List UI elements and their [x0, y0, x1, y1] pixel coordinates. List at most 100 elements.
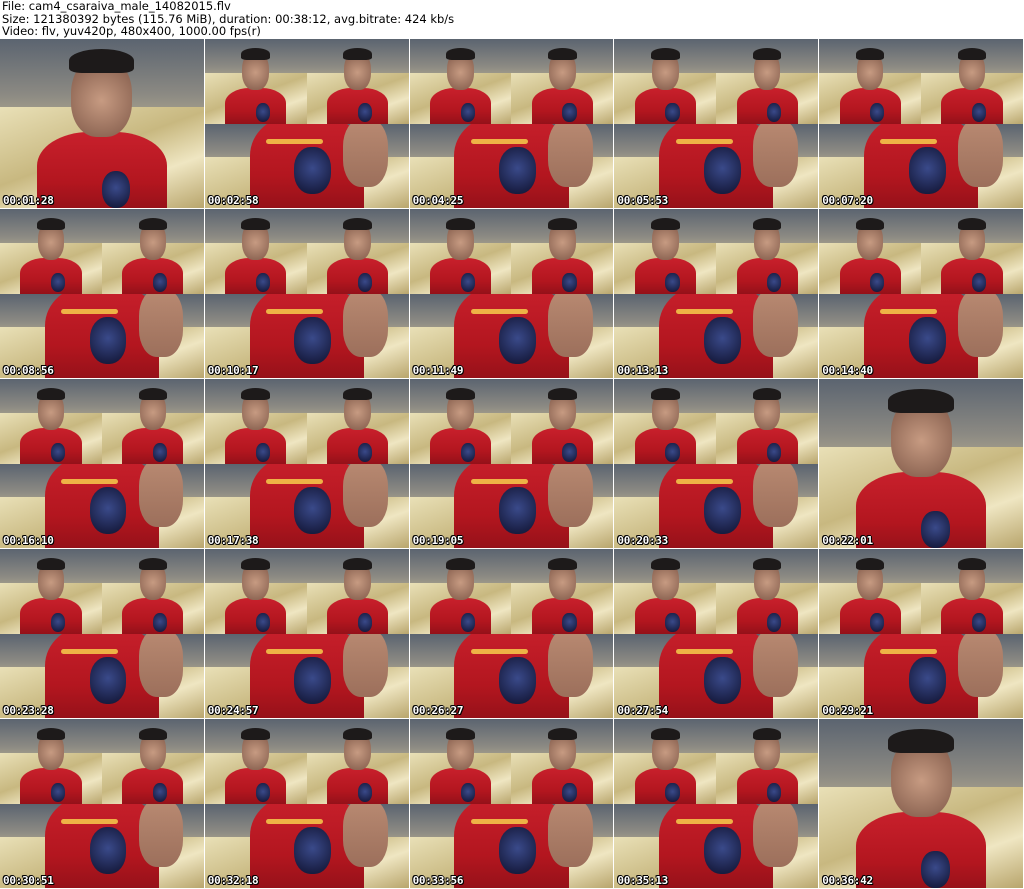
timestamp-label: 00:22:01 [822, 534, 873, 547]
video-frame-image [101, 379, 204, 464]
video-frame-image [614, 209, 717, 294]
thumbnail-frame: 00:08:56 [0, 209, 204, 378]
video-frame-image [614, 549, 717, 634]
video-frame-image [101, 209, 204, 294]
video-frame-image [101, 719, 204, 804]
thumbnail-frame: 00:29:21 [819, 549, 1023, 718]
timestamp-label: 00:13:13 [617, 364, 668, 377]
video-frame-image [409, 549, 512, 634]
video-frame-image [716, 719, 819, 804]
timestamp-label: 00:20:33 [617, 534, 668, 547]
timestamp-label: 00:16:10 [3, 534, 54, 547]
video-frame-image [921, 39, 1023, 124]
video-frame-image [0, 39, 204, 208]
file-info-header: File: cam4_csaraiva_male_14082015.flv Si… [2, 0, 1022, 38]
video-frame-image [204, 379, 307, 464]
video-frame-image [819, 39, 922, 124]
video-frame-image [614, 379, 717, 464]
video-frame-image [0, 719, 102, 804]
video-frame-image [921, 549, 1023, 634]
video-frame-image [306, 379, 409, 464]
thumbnail-frame: 00:17:38 [204, 379, 409, 548]
timestamp-label: 00:30:51 [3, 874, 54, 887]
video-frame-image [0, 209, 102, 294]
thumbnail-grid: 00:01:28 00:02:58 00:04:25 00:05:53 00:07:20… [0, 39, 1024, 889]
video-frame-image [409, 209, 512, 294]
thumbnail-frame: 00:26:27 [409, 549, 614, 718]
video-frame-image [716, 379, 819, 464]
video-frame-image [716, 39, 819, 124]
video-frame-image [819, 549, 922, 634]
video-info-line: Video: flv, yuv420p, 480x400, 1000.00 fp… [2, 24, 261, 38]
thumbnail-frame: 00:33:56 [409, 719, 614, 888]
video-frame-image [204, 209, 307, 294]
timestamp-label: 00:05:53 [617, 194, 668, 207]
timestamp-label: 00:24:57 [207, 704, 259, 717]
timestamp-label: 00:36:42 [822, 874, 873, 887]
video-frame-image [409, 39, 512, 124]
video-frame-image [511, 209, 614, 294]
video-frame-image [511, 549, 614, 634]
video-frame-image [921, 209, 1023, 294]
video-frame-image [819, 209, 922, 294]
video-frame-image [614, 719, 717, 804]
video-frame-image [306, 209, 409, 294]
video-frame-image [819, 719, 1023, 888]
thumbnail-frame: 00:05:53 [614, 39, 819, 208]
video-frame-image [511, 379, 614, 464]
timestamp-label: 00:17:38 [207, 534, 259, 547]
thumbnail-frame: 00:01:28 [0, 39, 204, 208]
timestamp-label: 00:23:28 [3, 704, 54, 717]
video-frame-image [0, 379, 102, 464]
file-name-line: File: cam4_csaraiva_male_14082015.flv [2, 0, 231, 13]
timestamp-label: 00:11:49 [412, 364, 464, 377]
thumbnail-frame: 00:14:40 [819, 209, 1023, 378]
thumbnail-frame: 00:22:01 [819, 379, 1023, 548]
timestamp-label: 00:07:20 [822, 194, 873, 207]
timestamp-label: 00:08:56 [3, 364, 54, 377]
thumbnail-frame: 00:32:18 [204, 719, 409, 888]
video-frame-image [614, 39, 717, 124]
video-frame-image [306, 719, 409, 804]
thumbnail-frame: 00:20:33 [614, 379, 819, 548]
video-frame-image [204, 39, 307, 124]
video-frame-image [716, 209, 819, 294]
timestamp-label: 00:35:13 [617, 874, 668, 887]
video-frame-image [306, 39, 409, 124]
thumbnail-frame: 00:35:13 [614, 719, 819, 888]
video-frame-image [409, 719, 512, 804]
timestamp-label: 00:14:40 [822, 364, 873, 377]
video-frame-image [511, 719, 614, 804]
video-frame-image [511, 39, 614, 124]
timestamp-label: 00:33:56 [412, 874, 464, 887]
video-frame-image [819, 379, 1023, 548]
thumbnail-frame: 00:10:17 [204, 209, 409, 378]
thumbnail-frame: 00:36:42 [819, 719, 1023, 888]
thumbnail-frame: 00:27:54 [614, 549, 819, 718]
video-frame-image [716, 549, 819, 634]
thumbnail-frame: 00:24:57 [204, 549, 409, 718]
timestamp-label: 00:29:21 [822, 704, 873, 717]
video-frame-image [306, 549, 409, 634]
thumbnail-frame: 00:16:10 [0, 379, 204, 548]
timestamp-label: 00:10:17 [207, 364, 259, 377]
timestamp-label: 00:27:54 [617, 704, 668, 717]
timestamp-label: 00:01:28 [3, 194, 54, 207]
timestamp-label: 00:02:58 [207, 194, 259, 207]
thumbnail-frame: 00:30:51 [0, 719, 204, 888]
video-frame-image [204, 719, 307, 804]
video-frame-image [204, 549, 307, 634]
thumbnail-frame: 00:11:49 [409, 209, 614, 378]
video-frame-image [409, 379, 512, 464]
timestamp-label: 00:26:27 [412, 704, 464, 717]
video-frame-image [0, 549, 102, 634]
timestamp-label: 00:32:18 [207, 874, 259, 887]
timestamp-label: 00:19:05 [412, 534, 464, 547]
thumbnail-frame: 00:02:58 [204, 39, 409, 208]
thumbnail-frame: 00:23:28 [0, 549, 204, 718]
thumbnail-frame: 00:13:13 [614, 209, 819, 378]
video-frame-image [101, 549, 204, 634]
thumbnail-frame: 00:07:20 [819, 39, 1023, 208]
thumbnail-frame: 00:04:25 [409, 39, 614, 208]
timestamp-label: 00:04:25 [412, 194, 464, 207]
